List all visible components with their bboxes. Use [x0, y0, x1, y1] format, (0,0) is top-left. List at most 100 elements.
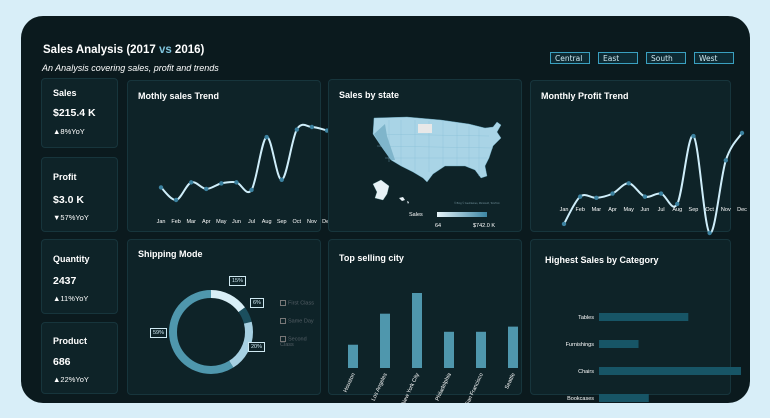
data-point: [610, 191, 615, 196]
x-tick-label: Oct: [293, 219, 302, 225]
data-point: [264, 134, 269, 140]
legend-same-day: Same Day: [280, 318, 314, 324]
donut-label-second: 20%: [248, 342, 266, 352]
us-map[interactable]: © Bing © GeoNames, Microsoft, TomTom Sal…: [329, 80, 523, 233]
data-point: [594, 195, 599, 201]
top-city-card: Top selling city Houston Los Angeles New Y…: [328, 239, 522, 403]
category-bar: [599, 367, 741, 375]
category-bar: [599, 340, 639, 348]
data-point: [188, 180, 194, 185]
category-label: Bookcases: [567, 396, 594, 402]
us-map-shape: [372, 116, 502, 183]
kpi-value: $215.4 K: [53, 107, 96, 119]
legend-swatch: [280, 318, 286, 324]
donut-label-same-day: 6%: [250, 298, 264, 308]
donut-label-first: 15%: [229, 276, 247, 286]
page-title: Sales Analysis (2017 vs 2016): [43, 44, 205, 56]
x-tick-label: Oct: [705, 207, 714, 213]
profit-trend-card: Monthly Profit Trend Jan Feb Mar Apr May Jun J…: [530, 80, 747, 236]
donut-label-standard: 59%: [150, 328, 168, 338]
data-point: [707, 230, 712, 236]
map-credit: © Bing © GeoNames, Microsoft, TomTom: [454, 202, 500, 205]
x-tick-label: Aug: [262, 219, 272, 225]
map-state-highlight: [418, 124, 432, 133]
data-point: [234, 180, 239, 185]
kpi-card-quantity: Quantity 2437 ▲11%YoY: [41, 239, 118, 314]
city-bar: [476, 331, 486, 368]
city-label: Houston: [343, 372, 357, 393]
legend-swatch: [280, 300, 286, 306]
profit-trend-chart: Jan Feb Mar Apr May Jun Jul Aug Sep Oct Nov Dec: [560, 130, 747, 236]
data-point: [691, 133, 696, 139]
x-tick-label: Jul: [658, 207, 665, 213]
category-label: Chairs: [578, 369, 594, 375]
legend-second-class: Second Class: [280, 336, 307, 349]
kpi-card-profit: Profit $3.0 K ▼57%YoY: [41, 157, 118, 232]
x-tick-label: Dec: [737, 207, 747, 213]
category-bar: [599, 313, 689, 321]
data-point: [658, 191, 664, 196]
sales-by-state-card: Sales by state © Bing © GeoNames, Micros…: [328, 79, 522, 232]
map-hawaii: [399, 197, 409, 204]
x-tick-label: Apr: [608, 207, 617, 213]
data-point: [279, 177, 284, 183]
data-point: [204, 186, 209, 192]
category-chart: Tables Furnishings Chairs Bookcases: [566, 313, 741, 402]
city-bar: [348, 344, 358, 368]
map-legend-min: 64: [435, 223, 441, 229]
map-legend-max: $742.0 K: [473, 223, 495, 229]
data-point: [294, 127, 300, 132]
map-legend-gradient: [437, 212, 487, 217]
sales-trend-card: Mothly sales Trend Jan Feb Mar Apr May Jun Jul…: [127, 80, 332, 232]
x-tick-label: Nov: [721, 207, 731, 213]
kpi-card-product: Product 686 ▲22%YoY: [41, 322, 118, 394]
x-tick-label: Mar: [186, 219, 196, 225]
x-tick-label: Sep: [689, 207, 699, 213]
city-bar: [412, 293, 422, 368]
kpi-label: Quantity: [53, 254, 90, 264]
kpi-label: Profit: [53, 172, 77, 182]
city-bar: [444, 331, 454, 368]
x-tick-label: Jan: [157, 219, 166, 225]
kpi-change: ▲22%YoY: [53, 375, 89, 384]
city-label: Philadelphia: [435, 371, 454, 402]
legend-first-class: First Class: [280, 300, 314, 306]
kpi-change: ▲11%YoY: [53, 294, 89, 303]
kpi-value: 686: [53, 356, 71, 368]
region-filter-group: Central East South West: [550, 52, 734, 64]
data-point: [723, 158, 729, 163]
filter-east-button[interactable]: East: [598, 52, 638, 64]
trend-line: [160, 123, 328, 201]
data-point: [219, 181, 224, 186]
filter-south-button[interactable]: South: [646, 52, 686, 64]
city-label: San Francisco: [465, 372, 485, 403]
sales-trend-chart: Jan Feb Mar Apr May Jun Jul Aug Sep Oct Nov Dec: [157, 123, 332, 225]
top-city-chart: Houston Los Angeles New York City Philadelp…: [343, 293, 518, 403]
data-point: [158, 185, 164, 190]
x-tick-label: Nov: [307, 219, 317, 225]
data-point: [626, 181, 631, 186]
category-label: Tables: [578, 315, 594, 321]
data-point: [577, 194, 583, 199]
x-tick-label: Apr: [202, 219, 211, 225]
kpi-card-sales: Sales $215.4 K ▲8%YoY: [41, 78, 118, 148]
x-tick-label: Jul: [248, 219, 255, 225]
page-subtitle: An Analysis covering sales, profit and t…: [42, 63, 219, 73]
kpi-value: $3.0 K: [53, 194, 84, 206]
dashboard: Sales Analysis (2017 vs 2016) An Analysi…: [21, 16, 750, 403]
x-tick-label: May: [216, 219, 227, 225]
filter-west-button[interactable]: West: [694, 52, 734, 64]
data-point: [561, 221, 567, 227]
kpi-label: Sales: [53, 88, 77, 98]
data-point: [675, 201, 680, 207]
city-label: Seattle: [504, 372, 517, 390]
filter-central-button[interactable]: Central: [550, 52, 590, 64]
shipping-mode-card: Shipping Mode 15% 6% 20% 59% First Class…: [127, 239, 321, 395]
kpi-label: Product: [53, 336, 88, 346]
category-bar: [599, 394, 649, 402]
x-tick-label: Feb: [575, 207, 584, 213]
map-legend-label: Sales: [409, 212, 423, 218]
trend-line: [563, 132, 743, 235]
x-tick-label: Mar: [592, 207, 602, 213]
x-tick-label: Aug: [672, 207, 682, 213]
